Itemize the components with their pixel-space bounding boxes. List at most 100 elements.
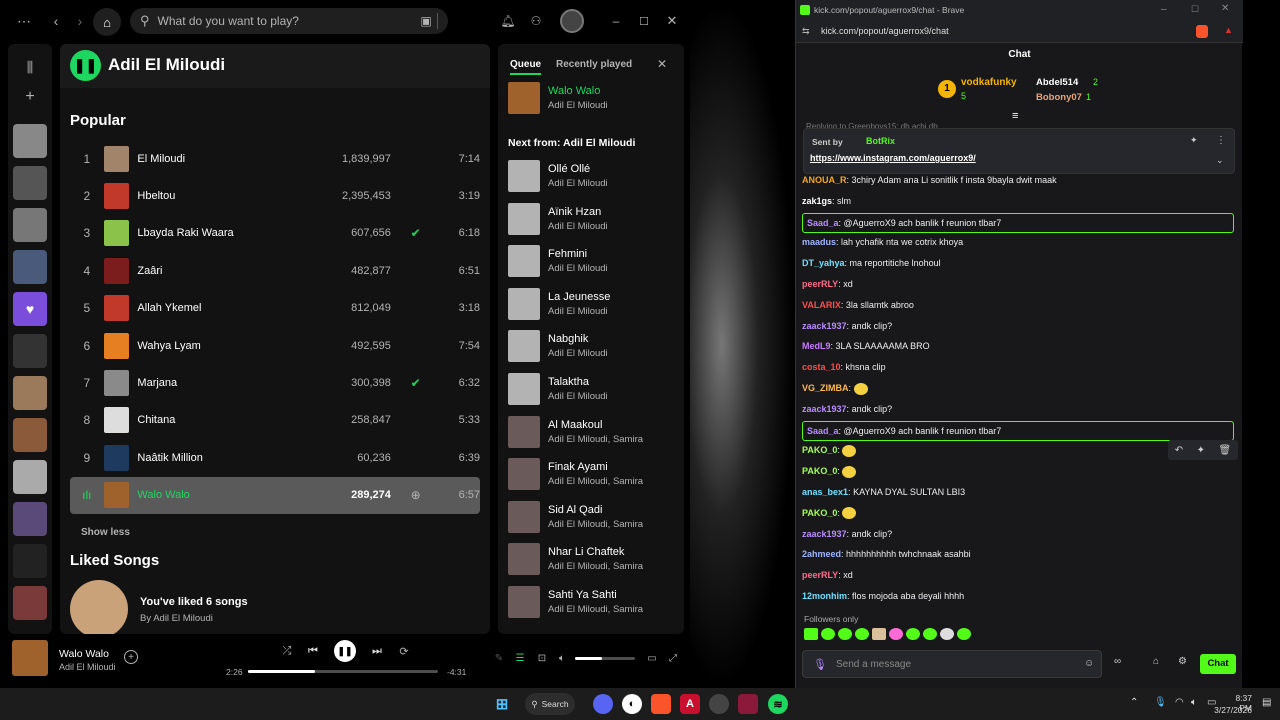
menu-icon[interactable]: ⋯ bbox=[14, 12, 34, 30]
chat-username[interactable]: DT_yahya bbox=[802, 258, 845, 268]
player-artist[interactable]: Adil El Miloudi bbox=[59, 662, 116, 672]
url-field[interactable]: kick.com/popout/aguerrox9/chat bbox=[821, 26, 949, 36]
adobe-icon[interactable]: A bbox=[680, 694, 700, 714]
gifter-2-name[interactable]: Abdel514 bbox=[1036, 77, 1078, 88]
notifications-icon[interactable]: ▤ bbox=[1262, 697, 1271, 708]
liked-count[interactable]: You've liked 6 songs bbox=[140, 596, 248, 608]
chat-username[interactable]: PAKO_0 bbox=[802, 445, 837, 455]
track-title[interactable]: Naâtik Million bbox=[137, 452, 305, 464]
emoji-icon[interactable]: ☺ bbox=[1084, 658, 1094, 669]
track-row[interactable]: 7 Marjana 300,398 ✔ 6:32 bbox=[70, 364, 480, 401]
pin-icon[interactable]: ✦ bbox=[1190, 135, 1198, 146]
chat-message[interactable]: ANOUA_R: 3chiry Adam ana Li sonitlik f i… bbox=[802, 171, 1232, 189]
spotify-icon[interactable]: ≋ bbox=[768, 694, 788, 714]
gifter-3-name[interactable]: Bobony07 bbox=[1036, 92, 1082, 103]
more-options-icon[interactable]: ⋮ bbox=[1216, 135, 1226, 146]
back-icon[interactable]: ‹ bbox=[48, 12, 64, 30]
minimize-icon[interactable]: – bbox=[610, 12, 622, 30]
emote-icon[interactable] bbox=[872, 628, 886, 640]
emote-icon[interactable] bbox=[821, 628, 835, 640]
forward-icon[interactable]: › bbox=[72, 12, 88, 30]
app-icon-2[interactable] bbox=[738, 694, 758, 714]
discord-icon[interactable] bbox=[593, 694, 613, 714]
chat-username[interactable]: anas_bex1 bbox=[802, 487, 848, 497]
pause-button[interactable]: ❚❚ bbox=[334, 640, 356, 662]
maximize-icon[interactable]: ☐ bbox=[638, 12, 650, 30]
chat-username[interactable]: peerRLY bbox=[802, 279, 838, 289]
github-icon[interactable] bbox=[709, 694, 729, 714]
library-thumb[interactable] bbox=[13, 334, 47, 368]
queue-item[interactable]: Aïnik Hzan Adil El Miloudi bbox=[508, 201, 678, 237]
next-icon[interactable]: ⏭︎ bbox=[370, 644, 384, 658]
settings-gear-icon[interactable]: ⚙ bbox=[1178, 656, 1187, 667]
pinned-link[interactable]: https://www.instagram.com/aguerrox9/ bbox=[810, 153, 976, 163]
chat-message[interactable]: Saad_a: @AguerroX9 ach banlik f reunion … bbox=[802, 212, 1234, 233]
message-input[interactable]: 🎙︎ Send a message ☺ bbox=[802, 650, 1102, 678]
library-icon[interactable]: ⫼ bbox=[20, 58, 40, 76]
tray-chevron-icon[interactable]: ⌃ bbox=[1130, 697, 1138, 708]
player-album-art[interactable] bbox=[12, 640, 48, 676]
chat-username[interactable]: MedL9 bbox=[802, 341, 831, 351]
chat-username[interactable]: Saad_a bbox=[807, 426, 839, 436]
chevron-down-icon[interactable]: ⌄ bbox=[1216, 155, 1224, 166]
track-title[interactable]: Chitana bbox=[137, 414, 305, 426]
queue-item[interactable]: Nabghik Adil El Miloudi bbox=[508, 328, 678, 364]
chat-message[interactable]: maadus: lah ychafik nta we cotrix khoya bbox=[802, 233, 1232, 251]
track-row[interactable]: 2 Hbeltou 2,395,453 3:19 bbox=[70, 177, 480, 214]
track-title[interactable]: Hbeltou bbox=[137, 190, 305, 202]
tab-queue[interactable]: Queue bbox=[510, 59, 542, 75]
track-title[interactable]: Lbayda Raki Waara bbox=[137, 227, 305, 239]
mic-icon[interactable]: 🎙︎ bbox=[813, 658, 827, 671]
address-bar[interactable]: ⇆ kick.com/popout/aguerrox9/chat ▲ bbox=[796, 21, 1243, 43]
chat-message[interactable]: 12monhim: flos mojoda aba deyali hhhh bbox=[802, 587, 1232, 605]
reply-icon[interactable]: ↶ bbox=[1175, 445, 1183, 456]
notification-bell-icon[interactable]: 🔔︎ bbox=[500, 12, 516, 30]
windows-start-icon[interactable]: ⊞ bbox=[492, 694, 512, 714]
chat-username[interactable]: 2ahmeed bbox=[802, 549, 841, 559]
chat-username[interactable]: zaack1937 bbox=[802, 529, 847, 539]
play-pause-button[interactable]: ❚❚ bbox=[70, 50, 101, 81]
chat-username[interactable]: VG_ZIMBA bbox=[802, 383, 849, 393]
chat-message[interactable]: MedL9: 3LA SLAAAAAMA BRO bbox=[802, 337, 1232, 355]
emote-icon[interactable] bbox=[957, 628, 971, 640]
library-thumb[interactable] bbox=[13, 124, 47, 158]
chat-message[interactable]: VALARIX: 3la sllamtk abroo bbox=[802, 296, 1232, 314]
chat-username[interactable]: 12monhim bbox=[802, 591, 847, 601]
close-icon[interactable]: ✕ bbox=[666, 12, 678, 30]
delete-icon[interactable]: 🗑︎ bbox=[1219, 445, 1232, 456]
app-icon[interactable]: ◐ bbox=[622, 694, 642, 714]
brave-rewards-icon[interactable]: ▲ bbox=[1224, 25, 1233, 35]
track-title[interactable]: Wahya Lyam bbox=[137, 340, 305, 352]
track-row[interactable]: 4 Zaâri 482,877 6:51 bbox=[70, 252, 480, 289]
chat-username[interactable]: zaack1937 bbox=[802, 321, 847, 331]
track-title[interactable]: Zaâri bbox=[137, 265, 305, 277]
chat-message[interactable]: DT_yahya: ma reportitiche lnohoul bbox=[802, 254, 1232, 272]
track-row[interactable]: 5 Allah Ykemel 812,049 3:18 bbox=[70, 290, 480, 327]
emote-icon[interactable] bbox=[838, 628, 852, 640]
repeat-icon[interactable]: ⟳ bbox=[397, 644, 411, 658]
queue-item[interactable]: La Jeunesse Adil El Miloudi bbox=[508, 286, 678, 322]
queue-item[interactable]: Al Maakoul Adil El Miloudi, Samira bbox=[508, 414, 678, 450]
infinity-icon[interactable]: ∞ bbox=[1114, 656, 1121, 667]
queue-icon[interactable]: ☰ bbox=[514, 652, 526, 664]
brave-shields-icon[interactable] bbox=[1196, 25, 1208, 38]
queue-item[interactable]: Sahti Ya Sahti Adil El Miloudi, Samira bbox=[508, 584, 678, 620]
fullscreen-icon[interactable]: ⤢ bbox=[667, 652, 679, 664]
speaker-icon[interactable]: 🔈︎ bbox=[1191, 697, 1197, 708]
miniplayer-icon[interactable]: ▭ bbox=[646, 652, 658, 664]
friends-icon[interactable]: ⚇ bbox=[528, 12, 544, 30]
chat-username[interactable]: maadus bbox=[802, 237, 836, 247]
emote-icon[interactable] bbox=[804, 628, 818, 640]
microphone-icon[interactable]: 🎙︎ bbox=[1154, 697, 1167, 708]
library-thumb[interactable] bbox=[13, 418, 47, 452]
clock-date[interactable]: 3/27/2026 bbox=[1212, 705, 1252, 715]
emote-icon[interactable] bbox=[906, 628, 920, 640]
chat-message[interactable]: Saad_a: @AguerroX9 ach banlik f reunion … bbox=[802, 420, 1234, 441]
volume-slider[interactable] bbox=[575, 657, 635, 660]
chat-username[interactable]: zaack1937 bbox=[802, 404, 847, 414]
chat-message[interactable]: zak1gs: slm bbox=[802, 192, 1232, 210]
browse-icon[interactable]: ▣ bbox=[418, 12, 434, 30]
track-row[interactable]: 3 Lbayda Raki Waara 607,656 ✔ 6:18 bbox=[70, 215, 480, 252]
shuffle-icon[interactable]: ⤮ bbox=[280, 644, 294, 658]
search-input[interactable]: What do you want to play? bbox=[158, 14, 299, 28]
